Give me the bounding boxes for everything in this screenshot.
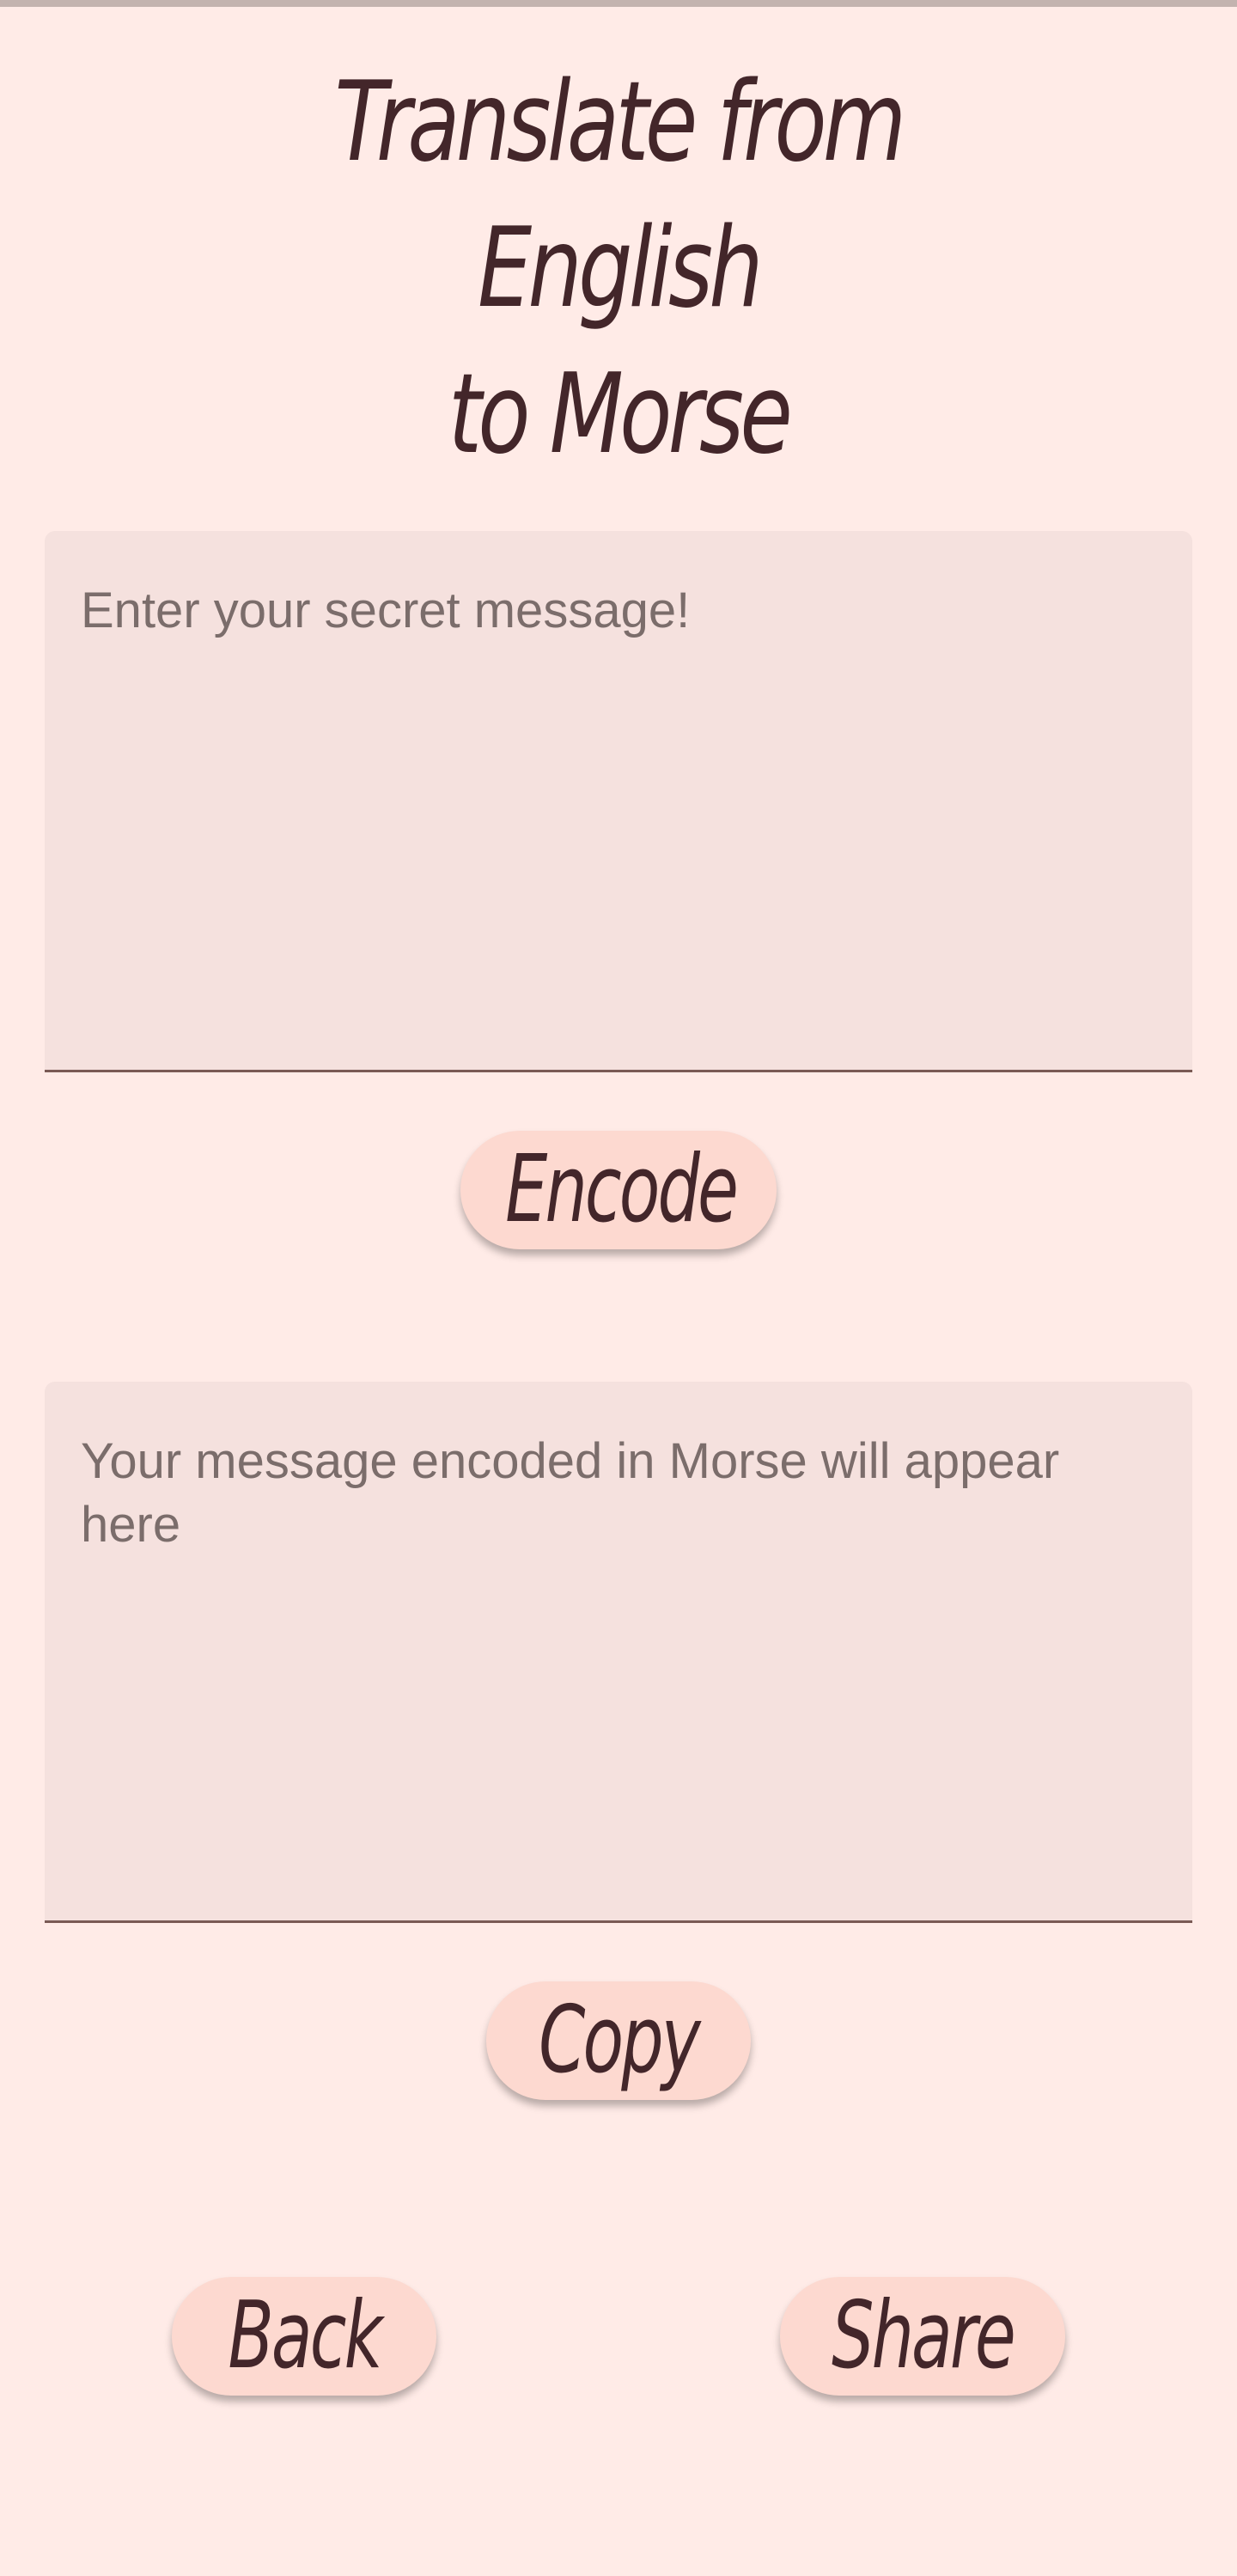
share-button-label: Share: [832, 2282, 1016, 2390]
page-title-line-1: Translate from English: [334, 58, 906, 333]
encode-button[interactable]: Encode: [460, 1131, 777, 1249]
share-button[interactable]: Share: [780, 2277, 1065, 2396]
back-button-label: Back: [228, 2282, 382, 2390]
copy-button-label: Copy: [539, 1987, 701, 2094]
page-title: Translate from English to Morse: [216, 50, 1021, 488]
encode-button-label: Encode: [505, 1136, 739, 1243]
morse-output-field[interactable]: [45, 1382, 1192, 1923]
message-input-field[interactable]: [45, 531, 1192, 1072]
back-button[interactable]: Back: [172, 2277, 436, 2396]
copy-button[interactable]: Copy: [486, 1981, 751, 2100]
page-title-line-2: to Morse: [448, 351, 793, 479]
status-bar-divider: [0, 0, 1237, 7]
message-input[interactable]: [45, 531, 1192, 1070]
morse-output[interactable]: [45, 1382, 1192, 1920]
